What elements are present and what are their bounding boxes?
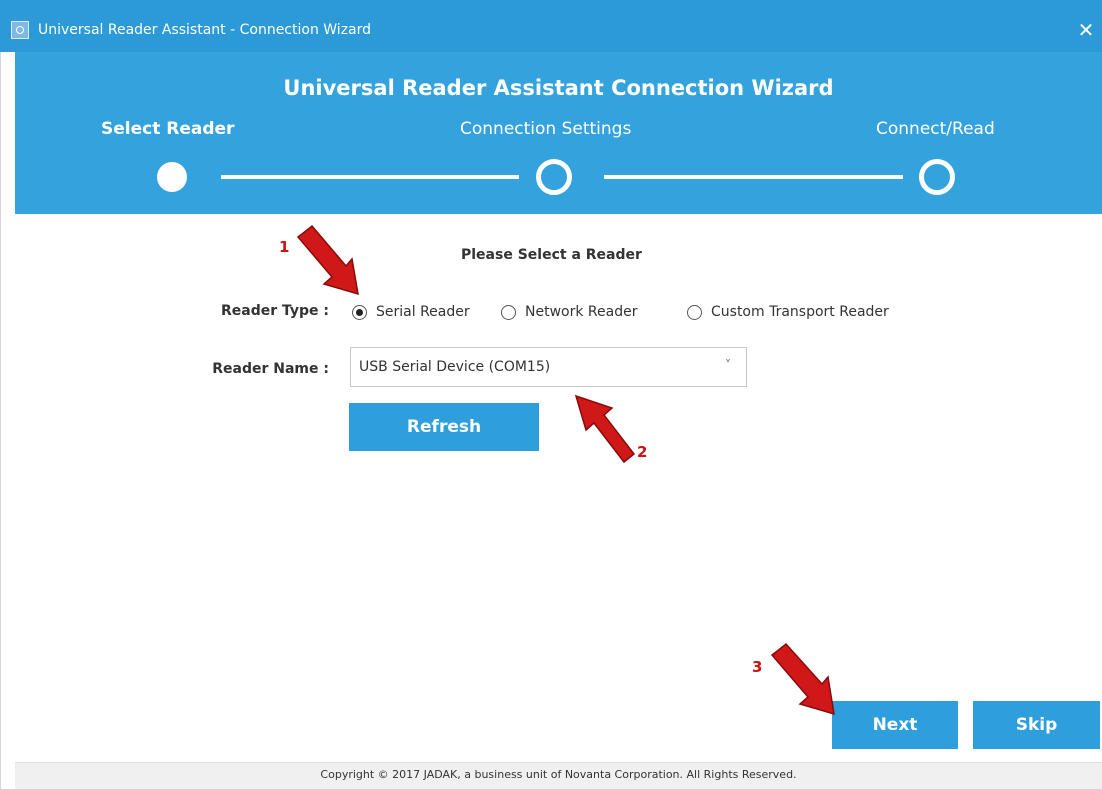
chevron-down-icon[interactable]: ˅	[725, 358, 731, 372]
footer: Copyright © 2017 JADAK, a business unit …	[15, 762, 1102, 789]
step-label-connect-read: Connect/Read	[876, 119, 995, 139]
radio-serial-reader[interactable]: Serial Reader	[352, 302, 470, 322]
annotation-arrow-icon	[770, 642, 835, 716]
reader-name-dropdown[interactable]: USB Serial Device (COM15) ˅	[350, 347, 747, 387]
refresh-button[interactable]: Refresh	[349, 403, 539, 451]
select-reader-prompt: Please Select a Reader	[461, 247, 642, 263]
step-label-select-reader: Select Reader	[101, 119, 235, 139]
step-connector	[604, 175, 903, 179]
radio-label: Network Reader	[525, 304, 638, 320]
wizard-content: Please Select a Reader Reader Type : Ser…	[15, 214, 1102, 762]
window-title: Universal Reader Assistant - Connection …	[38, 22, 372, 38]
copyright-text: Copyright © 2017 JADAK, a business unit …	[320, 768, 797, 781]
radio-unchecked-icon[interactable]	[687, 304, 702, 320]
skip-button[interactable]: Skip	[973, 701, 1100, 749]
next-button[interactable]: Next	[832, 701, 958, 749]
app-icon	[11, 21, 29, 39]
annotation-number-3: 3	[752, 658, 763, 676]
window-titlebar: Universal Reader Assistant - Connection …	[0, 0, 1102, 52]
reader-name-value: USB Serial Device (COM15)	[359, 359, 551, 375]
radio-network-reader[interactable]: Network Reader	[501, 302, 637, 322]
wizard-title: Universal Reader Assistant Connection Wi…	[283, 76, 834, 100]
reader-type-label: Reader Type :	[220, 303, 329, 319]
wizard-banner: Universal Reader Assistant Connection Wi…	[15, 52, 1102, 214]
annotation-number-1: 1	[279, 238, 290, 256]
step-label-connection-settings: Connection Settings	[460, 119, 632, 139]
close-button[interactable]: ✕	[1074, 17, 1098, 43]
radio-label: Custom Transport Reader	[711, 304, 889, 320]
annotation-arrow-icon	[574, 394, 636, 464]
annotation-number-2: 2	[637, 443, 648, 461]
window-frame	[0, 52, 15, 789]
reader-name-label: Reader Name :	[212, 361, 329, 377]
step-connector	[221, 175, 519, 179]
step-indicator-pending	[919, 159, 955, 195]
radio-unchecked-icon[interactable]	[501, 304, 516, 320]
step-indicator-pending	[536, 159, 572, 195]
radio-checked-icon[interactable]	[352, 304, 367, 320]
radio-label: Serial Reader	[376, 304, 470, 320]
annotation-arrow-icon	[296, 224, 359, 296]
radio-custom-transport-reader[interactable]: Custom Transport Reader	[687, 302, 889, 322]
step-indicator-current	[157, 162, 187, 192]
